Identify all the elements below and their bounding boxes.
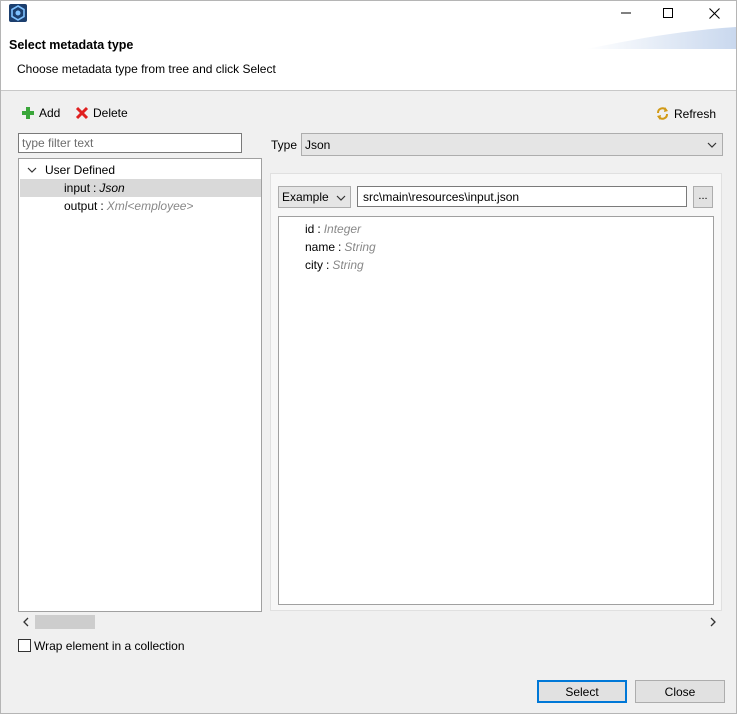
maximize-button[interactable]	[646, 1, 690, 25]
delete-label: Delete	[93, 106, 128, 120]
tree-item-type: Json	[99, 181, 125, 195]
scroll-left-icon[interactable]	[20, 615, 32, 629]
field-row-name[interactable]: name : String	[305, 238, 376, 256]
source-mode-dropdown[interactable]: Example	[278, 186, 351, 208]
dialog-window: Select metadata type Choose metadata typ…	[0, 0, 737, 714]
close-icon	[708, 7, 720, 19]
type-dropdown-value: Json	[305, 137, 331, 152]
tree-item-type: Xml<employee>	[106, 199, 194, 213]
field-row-city[interactable]: city : String	[305, 256, 364, 274]
red-x-icon	[75, 106, 89, 120]
field-name: id	[305, 222, 315, 236]
field-name: city	[305, 258, 323, 272]
refresh-button[interactable]: Refresh	[655, 106, 716, 121]
select-button[interactable]: Select	[537, 680, 627, 703]
tree-item-name: input	[64, 181, 91, 195]
example-path-input[interactable]	[357, 186, 687, 207]
horizontal-scrollbar[interactable]	[18, 614, 721, 630]
field-row-id[interactable]: id : Integer	[305, 220, 361, 238]
eclipse-app-icon	[9, 4, 27, 22]
wrap-collection-label[interactable]: Wrap element in a collection	[34, 639, 185, 653]
delete-button[interactable]: Delete	[75, 106, 128, 120]
chevron-down-icon	[706, 138, 718, 152]
scrollbar-thumb[interactable]	[35, 615, 95, 629]
source-mode-value: Example	[282, 190, 329, 204]
refresh-icon	[657, 107, 668, 120]
add-button[interactable]: Add	[21, 106, 60, 120]
type-dropdown[interactable]: Json	[301, 133, 723, 156]
type-label: Type	[271, 138, 298, 152]
close-button[interactable]: Close	[635, 680, 725, 703]
tree-item-input[interactable]: input : Json	[20, 179, 261, 197]
field-name: name	[305, 240, 336, 254]
header-banner-graphic	[586, 27, 736, 49]
tree-node-user-defined[interactable]: User Defined	[25, 161, 115, 179]
tree-item-output[interactable]: output : Xml<employee>	[20, 197, 193, 215]
field-type: String	[344, 240, 376, 254]
wrap-collection-checkbox[interactable]	[18, 639, 31, 652]
scroll-right-icon[interactable]	[707, 615, 719, 629]
chevron-down-icon	[335, 191, 347, 204]
plus-icon	[22, 107, 34, 119]
fields-tree[interactable]: id : Integer name : String city : String	[278, 216, 714, 605]
title-bar	[1, 1, 736, 27]
minimize-icon	[621, 12, 631, 14]
tree-item-name: output	[64, 199, 98, 213]
tree-node-label: User Defined	[45, 163, 116, 177]
field-type: String	[332, 258, 364, 272]
maximize-icon	[663, 8, 673, 18]
refresh-label: Refresh	[674, 106, 717, 121]
dialog-message: Choose metadata type from tree and click…	[17, 62, 276, 76]
chevron-down-icon[interactable]	[25, 163, 39, 177]
add-label: Add	[39, 106, 61, 120]
dialog-header: Select metadata type Choose metadata typ…	[1, 27, 736, 91]
field-type: Integer	[323, 222, 362, 236]
metadata-tree[interactable]: User Defined input : Json output : Xml<e…	[18, 158, 262, 612]
dialog-title: Select metadata type	[9, 38, 134, 52]
minimize-button[interactable]	[604, 1, 648, 25]
close-window-button[interactable]	[692, 1, 736, 25]
browse-button[interactable]: ...	[693, 186, 713, 208]
filter-input[interactable]	[18, 133, 242, 153]
